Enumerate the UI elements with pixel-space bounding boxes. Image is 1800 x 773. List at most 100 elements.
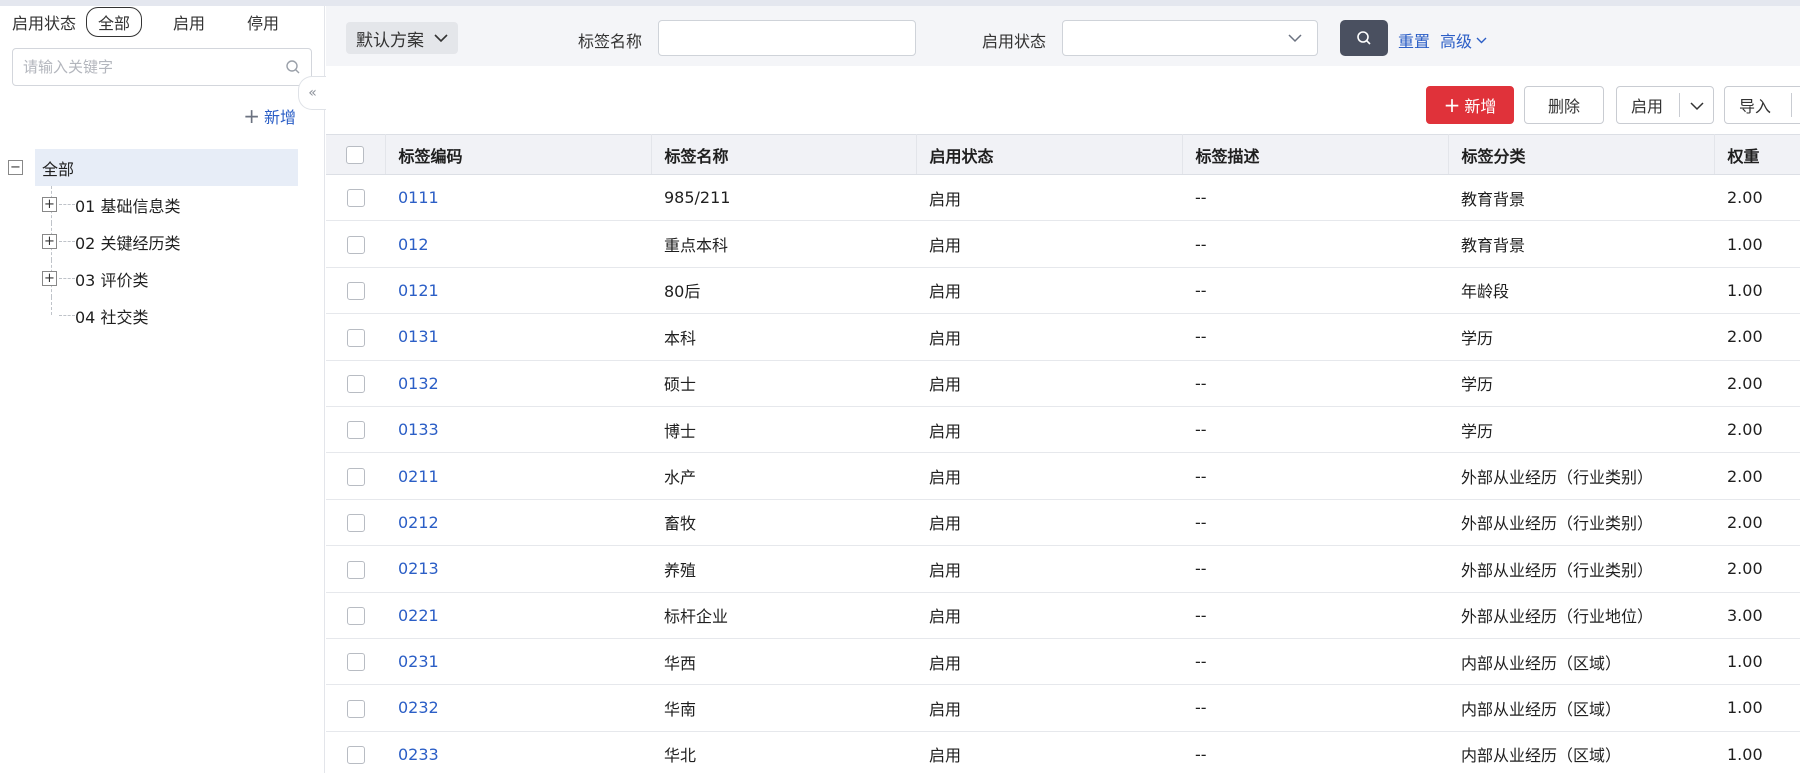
row-checkbox[interactable] [346, 235, 365, 254]
tree-node-label[interactable]: 04 社交类 [75, 304, 148, 328]
category-cell: 学历 [1448, 313, 1714, 361]
action-toolbar: + 新增 删除 启用 导入 [326, 86, 1800, 124]
tree-node-root[interactable]: − 全部 [8, 149, 298, 186]
row-checkbox[interactable] [346, 282, 365, 301]
row-checkbox[interactable] [346, 514, 365, 533]
chevron-down-icon[interactable] [1689, 99, 1705, 113]
tree-node-basic-info[interactable]: + 01 基础信息类 [8, 186, 298, 223]
enable-split-button[interactable]: 启用 [1616, 86, 1714, 124]
collapse-icon[interactable]: − [8, 160, 23, 175]
import-split-button[interactable]: 导入 [1724, 86, 1800, 124]
table-row[interactable]: 0212 畜牧 启用 -- 外部从业经历（行业类别） 2.00 [326, 499, 1800, 547]
tag-code-link[interactable]: 0231 [385, 638, 651, 686]
row-checkbox[interactable] [346, 328, 365, 347]
tag-code-link[interactable]: 0221 [385, 592, 651, 639]
reset-button[interactable]: 重置 [1398, 28, 1430, 52]
row-select-cell [326, 731, 385, 773]
table-row[interactable]: 0111 985/211 启用 -- 教育背景 2.00 [326, 174, 1800, 222]
keyword-search-input[interactable] [23, 58, 285, 76]
category-cell: 学历 [1448, 406, 1714, 454]
enable-button-label[interactable]: 启用 [1631, 93, 1663, 117]
status-seg-all[interactable]: 全部 [86, 7, 143, 37]
expand-icon[interactable]: + [42, 271, 57, 286]
tag-code-link[interactable]: 0131 [385, 313, 651, 361]
add-button[interactable]: + 新增 [1426, 86, 1514, 124]
table-row[interactable]: 0232 华南 启用 -- 内部从业经历（区域） 1.00 [326, 684, 1800, 732]
status-seg-enabled[interactable]: 启用 [162, 7, 216, 37]
row-checkbox[interactable] [346, 606, 365, 625]
table-row[interactable]: 0132 硕士 启用 -- 学历 2.00 [326, 360, 1800, 407]
row-checkbox[interactable] [346, 699, 365, 718]
double-chevron-left-icon: « [308, 85, 317, 101]
tag-code-link[interactable]: 0212 [385, 499, 651, 547]
status-select[interactable] [1062, 20, 1318, 56]
row-checkbox[interactable] [346, 467, 365, 486]
col-header-category[interactable]: 标签分类 [1448, 134, 1715, 175]
tag-code-link[interactable]: 0133 [385, 406, 651, 454]
row-select-cell [326, 313, 385, 361]
tag-name-input[interactable] [658, 20, 916, 56]
tag-code-link[interactable]: 0132 [385, 360, 651, 407]
desc-cell: -- [1182, 406, 1448, 454]
tag-code-link[interactable]: 0121 [385, 267, 651, 315]
tag-code-link[interactable]: 0111 [385, 174, 651, 222]
tag-code-link[interactable]: 012 [385, 220, 651, 268]
scheme-label: 默认方案 [356, 30, 424, 51]
tree-node-evaluation[interactable]: + 03 评价类 [8, 260, 298, 297]
row-checkbox[interactable] [346, 653, 365, 672]
table-row[interactable]: 0133 博士 启用 -- 学历 2.00 [326, 406, 1800, 454]
status-cell: 启用 [916, 452, 1182, 500]
row-checkbox[interactable] [346, 189, 365, 208]
col-header-desc[interactable]: 标签描述 [1182, 134, 1449, 175]
advanced-button[interactable]: 高级 [1440, 28, 1487, 52]
tag-code-link[interactable]: 0211 [385, 452, 651, 500]
weight-cell: 2.00 [1714, 174, 1800, 222]
table-row[interactable]: 012 重点本科 启用 -- 教育背景 1.00 [326, 220, 1800, 268]
expand-icon[interactable]: + [42, 234, 57, 249]
tree-node-label[interactable]: 03 评价类 [75, 267, 148, 291]
tree-add-label: 新增 [263, 108, 296, 127]
select-all-checkbox[interactable] [346, 146, 365, 165]
tree-connector [59, 204, 75, 205]
tag-code-link[interactable]: 0233 [385, 731, 651, 773]
table-row[interactable]: 0211 水产 启用 -- 外部从业经历（行业类别） 2.00 [326, 452, 1800, 500]
col-header-status[interactable]: 启用状态 [916, 134, 1183, 175]
tag-code-link[interactable]: 0213 [385, 545, 651, 593]
search-button[interactable] [1340, 20, 1388, 56]
tree-root-label[interactable]: 全部 [35, 149, 298, 186]
delete-button[interactable]: 删除 [1524, 86, 1604, 124]
tree-node-label[interactable]: 01 基础信息类 [75, 193, 180, 217]
status-cell: 启用 [916, 174, 1182, 222]
weight-cell: 2.00 [1714, 360, 1800, 407]
weight-cell: 1.00 [1714, 220, 1800, 268]
tree-add-button[interactable]: + 新增 [243, 104, 296, 128]
desc-cell: -- [1182, 638, 1448, 686]
scheme-dropdown[interactable]: 默认方案 [346, 22, 458, 54]
import-button-label[interactable]: 导入 [1739, 93, 1771, 117]
collapse-panel-button[interactable]: « [298, 76, 326, 110]
col-header-weight[interactable]: 权重 [1714, 134, 1800, 175]
status-cell: 启用 [916, 638, 1182, 686]
tree-node-key-experience[interactable]: + 02 关键经历类 [8, 223, 298, 260]
table-row[interactable]: 0231 华西 启用 -- 内部从业经历（区域） 1.00 [326, 638, 1800, 686]
table-row[interactable]: 0221 标杆企业 启用 -- 外部从业经历（行业地位） 3.00 [326, 592, 1800, 639]
col-header-code[interactable]: 标签编码 [385, 134, 652, 175]
table-row[interactable]: 0213 养殖 启用 -- 外部从业经历（行业类别） 2.00 [326, 545, 1800, 593]
status-seg-disabled[interactable]: 停用 [236, 7, 290, 37]
table-row[interactable]: 0121 80后 启用 -- 年龄段 1.00 [326, 267, 1800, 315]
weight-cell: 2.00 [1714, 452, 1800, 500]
weight-cell: 2.00 [1714, 406, 1800, 454]
expand-icon[interactable]: + [42, 197, 57, 212]
table-row[interactable]: 0131 本科 启用 -- 学历 2.00 [326, 313, 1800, 361]
row-checkbox[interactable] [346, 421, 365, 440]
row-checkbox[interactable] [346, 560, 365, 579]
row-checkbox[interactable] [346, 375, 365, 393]
search-icon[interactable] [285, 59, 301, 75]
tree-node-social[interactable]: 04 社交类 [8, 297, 298, 334]
tag-code-link[interactable]: 0232 [385, 684, 651, 732]
search-icon [1357, 31, 1371, 45]
tree-node-label[interactable]: 02 关键经历类 [75, 230, 180, 254]
col-header-name[interactable]: 标签名称 [651, 134, 917, 175]
row-checkbox[interactable] [346, 746, 365, 765]
table-row[interactable]: 0233 华北 启用 -- 内部从业经历（区域） 1.00 [326, 731, 1800, 773]
